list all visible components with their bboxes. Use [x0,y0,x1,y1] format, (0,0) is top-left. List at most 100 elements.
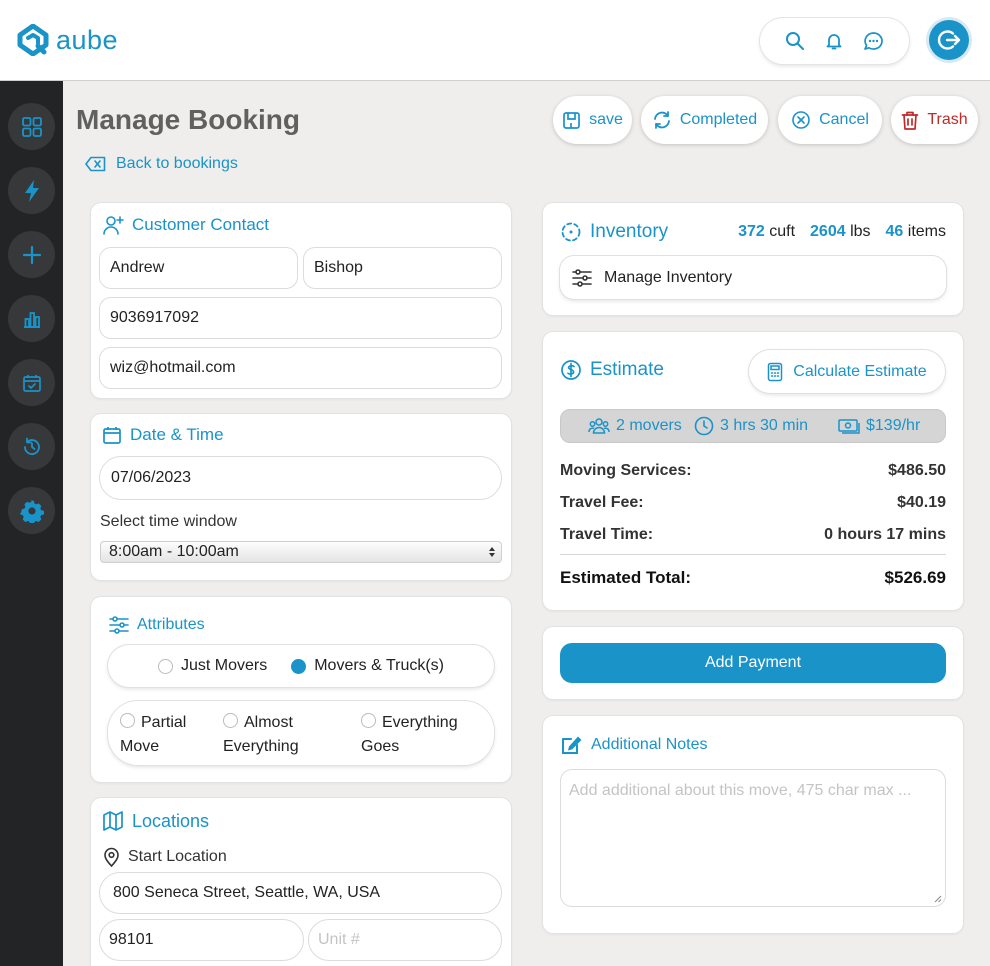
add-user-icon [102,214,124,236]
sidebar-item-quick[interactable] [8,167,55,214]
lbs-unit: lbs [850,223,871,240]
history-icon [21,436,43,458]
aube-logo-icon [16,24,50,56]
add-payment-button[interactable]: Add Payment [560,643,946,683]
sidebar-item-dashboard[interactable] [8,103,55,150]
search-icon[interactable] [785,31,805,51]
notes-textarea[interactable]: Add additional about this move, 475 char… [560,769,946,907]
chat-icon[interactable] [863,31,884,52]
notes-placeholder: Add additional about this move, 475 char… [569,782,912,799]
completed-button[interactable]: Completed [641,96,768,144]
partial-move-option[interactable]: Partial Move [120,711,186,759]
phone-field[interactable]: 9036917092 [99,297,502,339]
locations-card: Locations Start Location 800 Seneca Stre… [91,798,511,966]
partial-move-label-2: Move [120,738,160,755]
dashboard-icon [21,116,43,138]
manage-inventory-button[interactable]: Manage Inventory [560,256,946,299]
trash-button[interactable]: Trash [891,96,978,144]
sidebar-item-history[interactable] [8,423,55,470]
sidebar-item-add[interactable] [8,231,55,278]
just-movers-option[interactable]: Just Movers [157,657,267,675]
time-window-select[interactable]: 8:00am - 10:00am [100,541,502,563]
almost-everything-radio[interactable] [223,713,238,728]
notes-card: Additional Notes Add additional about th… [543,716,963,933]
date-time-title: Date & Time [102,425,224,445]
just-movers-radio[interactable] [157,658,173,674]
everything-goes-radio[interactable] [361,713,376,728]
save-icon [562,111,581,130]
calculate-estimate-label: Calculate Estimate [793,362,927,380]
clock-icon [694,416,714,436]
zip-field[interactable]: 98101 [99,919,304,961]
logout-button[interactable] [929,20,969,60]
page-title: Manage Booking [76,104,301,135]
sidebar-item-calendar[interactable] [8,359,55,406]
resize-handle-icon[interactable] [934,895,942,903]
customer-contact-card: Customer Contact Andrew Bishop 903691709… [91,203,511,398]
locations-label: Locations [132,810,210,831]
inventory-stats: 372 cuft 2604 lbs 46 items [738,223,946,241]
estimate-total-value: $526.69 [884,568,946,587]
date-field[interactable]: 07/06/2023 [99,456,502,500]
movers-trucks-radio[interactable] [291,658,307,674]
cancel-icon [791,110,811,130]
cancel-label: Cancel [819,111,869,128]
rate-value: $139/hr [866,417,921,434]
attributes-title: Attributes [109,616,205,634]
inventory-cuft: 372 cuft [738,223,795,241]
start-location-heading: Start Location [103,847,227,867]
email-field[interactable]: wiz@hotmail.com [99,347,502,389]
trash-icon [901,110,919,131]
estimate-row-label: Travel Fee: [560,494,644,511]
select-arrows-icon [488,546,496,558]
locations-title: Locations [102,810,209,832]
items-value: 46 [885,223,904,240]
calculator-icon [767,362,783,382]
last-name-field[interactable]: Bishop [303,247,502,289]
move-size-group: Partial Move Almost Everything Everythin… [108,701,494,765]
first-name-field[interactable]: Andrew [99,247,298,289]
sidebar-item-reports[interactable] [8,295,55,342]
estimate-total-label: Estimated Total: [560,568,691,587]
calculate-estimate-button[interactable]: Calculate Estimate [749,350,945,393]
sliders-icon [572,268,592,287]
duration: 3 hrs 30 min [694,416,808,436]
start-location-label: Start Location [128,848,227,865]
attributes-card: Attributes Just Movers Movers & Truck(s)… [91,597,511,782]
estimate-row-moving: Moving Services: $486.50 [560,462,946,480]
notes-label: Additional Notes [591,736,708,753]
back-to-bookings-link[interactable]: Back to bookings [85,155,238,173]
unit-field[interactable]: Unit # [308,919,502,961]
almost-everything-option[interactable]: Almost Everything [223,711,299,759]
inventory-title: Inventory [560,221,668,243]
partial-move-radio[interactable] [120,713,135,728]
movers-trucks-option[interactable]: Movers & Truck(s) [291,657,444,675]
estimate-total-row: Estimated Total: $526.69 [560,568,946,588]
sidebar-item-settings[interactable] [8,487,55,534]
cuft-value: 372 [738,223,765,240]
calendar-icon [102,425,122,445]
edit-icon [561,735,583,755]
start-address-field[interactable]: 800 Seneca Street, Seattle, WA, USA [99,872,502,914]
bolt-icon [23,179,41,203]
chart-icon [22,309,42,329]
estimate-divider [560,554,946,555]
everything-goes-option[interactable]: Everything Goes [361,711,458,759]
manage-inventory-label: Manage Inventory [604,268,733,286]
save-button[interactable]: save [553,96,632,144]
duration-value: 3 hrs 30 min [720,417,809,434]
customer-contact-title: Customer Contact [102,214,269,236]
time-window-label: Select time window [100,513,237,530]
cash-icon [838,417,860,435]
logo[interactable]: aube [16,24,118,56]
lbs-value: 2604 [810,223,846,240]
hourly-rate: $139/hr [838,417,920,435]
inventory-card: Inventory 372 cuft 2604 lbs 46 items Man… [543,203,963,315]
refresh-icon [652,110,672,130]
back-label: Back to bookings [116,155,238,172]
cuft-unit: cuft [769,223,796,240]
top-bar: aube [0,0,990,81]
completed-label: Completed [679,111,758,128]
cancel-button[interactable]: Cancel [778,96,882,144]
bell-icon[interactable] [824,31,844,51]
